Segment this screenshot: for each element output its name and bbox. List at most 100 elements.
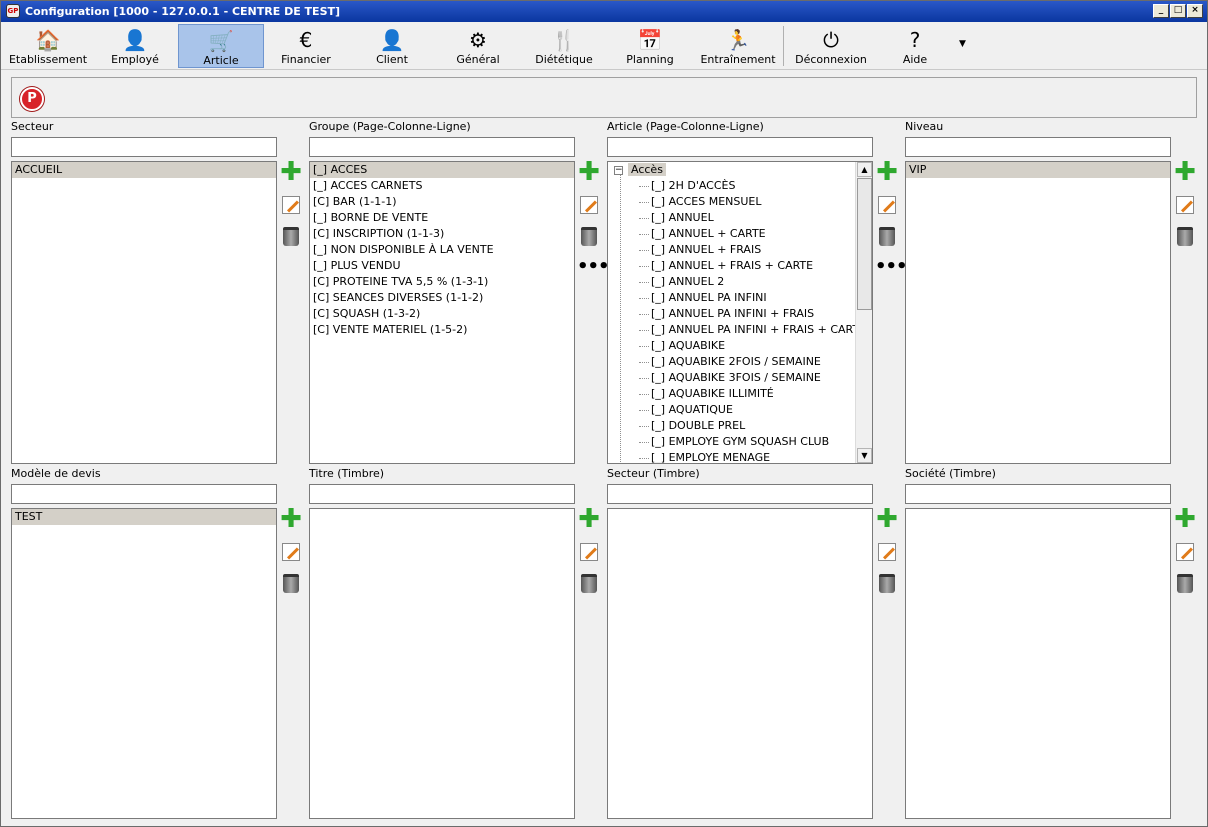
scroll-up-icon[interactable]: ▲ <box>857 162 872 177</box>
list-item[interactable]: [C] INSCRIPTION (1-1-3) <box>310 226 574 242</box>
toolbar-button-1[interactable]: 👤 Employé <box>92 24 178 68</box>
add-button-secteur[interactable]: ✚ <box>279 159 303 185</box>
panel-label-niveau: Niveau <box>905 120 944 133</box>
toolbar-button-8[interactable]: 🏃 Entraînement <box>693 24 783 68</box>
delete-button-groupe[interactable] <box>577 226 601 248</box>
list-item[interactable]: ACCUEIL <box>12 162 276 178</box>
list-titre[interactable] <box>309 508 575 819</box>
add-button-groupe[interactable]: ✚ <box>577 159 601 185</box>
add-button-titre[interactable]: ✚ <box>577 506 601 532</box>
toolbar-overflow-icon[interactable]: ▼ <box>959 39 966 49</box>
list-item[interactable]: [C] BAR (1-1-1) <box>310 194 574 210</box>
toolbar-button-0[interactable]: 🏠 Etablissement <box>5 24 91 68</box>
add-button-niveau[interactable]: ✚ <box>1173 159 1197 185</box>
delete-button-article[interactable] <box>875 226 899 248</box>
filter-input-groupe[interactable] <box>309 137 575 157</box>
list-item[interactable]: [C] VENTE MATERIEL (1-5-2) <box>310 322 574 338</box>
tree-item[interactable]: [_] ANNUEL PA INFINI + FRAIS + CARTE <box>608 322 872 338</box>
delete-button-titre[interactable] <box>577 573 601 595</box>
edit-button-modele[interactable] <box>279 541 303 563</box>
more-button-article[interactable]: ••• <box>875 258 908 280</box>
edit-icon <box>282 196 300 214</box>
tree-collapse-icon[interactable]: − <box>614 166 623 175</box>
tree-item[interactable]: [_] ANNUEL + FRAIS + CARTE <box>608 258 872 274</box>
tree-item[interactable]: [_] ANNUEL <box>608 210 872 226</box>
tree-item[interactable]: [_] EMPLOYE GYM SQUASH CLUB <box>608 434 872 450</box>
list-groupe[interactable]: [_] ACCES [_] ACCES CARNETS [C] BAR (1-1-1… <box>309 161 575 464</box>
tree-item[interactable]: [_] AQUABIKE 2FOIS / SEMAINE <box>608 354 872 370</box>
delete-button-societe[interactable] <box>1173 573 1197 595</box>
delete-button-secteur[interactable] <box>279 226 303 248</box>
edit-button-societe[interactable] <box>1173 541 1197 563</box>
list-secteur[interactable]: ACCUEIL <box>11 161 277 464</box>
filter-input-societe[interactable] <box>905 484 1171 504</box>
edit-button-article[interactable] <box>875 194 899 216</box>
tree-item[interactable]: [_] ANNUEL + CARTE <box>608 226 872 242</box>
filter-input-secteur_timbre[interactable] <box>607 484 873 504</box>
list-item[interactable]: [C] SQUASH (1-3-2) <box>310 306 574 322</box>
tree-item[interactable]: [_] AQUATIQUE <box>608 402 872 418</box>
delete-button-secteur_timbre[interactable] <box>875 573 899 595</box>
filter-input-titre[interactable] <box>309 484 575 504</box>
scroll-thumb[interactable] <box>857 178 872 310</box>
tree-item[interactable]: [_] AQUABIKE ILLIMITÉ <box>608 386 872 402</box>
tree-item[interactable]: [_] DOUBLE PREL <box>608 418 872 434</box>
add-button-societe[interactable]: ✚ <box>1173 506 1197 532</box>
add-button-modele[interactable]: ✚ <box>279 506 303 532</box>
delete-button-niveau[interactable] <box>1173 226 1197 248</box>
toolbar-button-5[interactable]: ⚙ Général <box>435 24 521 68</box>
edit-button-niveau[interactable] <box>1173 194 1197 216</box>
toolbar-button-7[interactable]: 📅 Planning <box>607 24 693 68</box>
tree-root-node[interactable]: − Accès <box>608 162 872 178</box>
p-round-button[interactable]: P <box>20 87 44 111</box>
list-item[interactable]: [_] PLUS VENDU <box>310 258 574 274</box>
tree-item[interactable]: [_] ANNUEL PA INFINI + FRAIS <box>608 306 872 322</box>
list-item[interactable]: TEST <box>12 509 276 525</box>
tree-item[interactable]: [_] ANNUEL PA INFINI <box>608 290 872 306</box>
list-item[interactable]: [_] ACCES CARNETS <box>310 178 574 194</box>
tree-item[interactable]: [_] EMPLOYE MENAGE <box>608 450 872 463</box>
toolbar-button-9[interactable]: ⏻ Déconnexion <box>788 24 874 68</box>
tree-item[interactable]: [_] ACCES MENSUEL <box>608 194 872 210</box>
toolbar-button-10[interactable]: ? Aide <box>875 24 955 68</box>
toolbar-button-2[interactable]: 🛒 Article <box>178 24 264 68</box>
tree-item[interactable]: [_] 2H D'ACCÈS <box>608 178 872 194</box>
list-secteur_timbre[interactable] <box>607 508 873 819</box>
filter-input-article[interactable] <box>607 137 873 157</box>
edit-button-groupe[interactable] <box>577 194 601 216</box>
list-item[interactable]: [_] ACCES <box>310 162 574 178</box>
trash-icon <box>879 574 895 593</box>
list-item[interactable]: VIP <box>906 162 1170 178</box>
toolbar-separator <box>783 26 784 66</box>
toolbar-button-3[interactable]: € Financier <box>263 24 349 68</box>
toolbar-button-4[interactable]: 👤 Client <box>349 24 435 68</box>
minimize-button[interactable]: _ <box>1153 4 1169 18</box>
filter-input-modele[interactable] <box>11 484 277 504</box>
list-item[interactable]: [_] BORNE DE VENTE <box>310 210 574 226</box>
edit-button-secteur[interactable] <box>279 194 303 216</box>
list-item[interactable]: [C] PROTEINE TVA 5,5 % (1-3-1) <box>310 274 574 290</box>
list-item[interactable]: [_] NON DISPONIBLE À LA VENTE <box>310 242 574 258</box>
close-button[interactable]: × <box>1187 4 1203 18</box>
edit-button-titre[interactable] <box>577 541 601 563</box>
list-niveau[interactable]: VIP <box>905 161 1171 464</box>
list-societe[interactable] <box>905 508 1171 819</box>
tree-item[interactable]: [_] AQUABIKE <box>608 338 872 354</box>
filter-input-secteur[interactable] <box>11 137 277 157</box>
vertical-scrollbar[interactable]: ▲ ▼ <box>855 162 872 463</box>
list-modele[interactable]: TEST <box>11 508 277 819</box>
scroll-down-icon[interactable]: ▼ <box>857 448 872 463</box>
toolbar-button-6[interactable]: 🍴 Diététique <box>521 24 607 68</box>
more-button-groupe[interactable]: ••• <box>577 258 610 280</box>
list-item[interactable]: [C] SEANCES DIVERSES (1-1-2) <box>310 290 574 306</box>
maximize-button[interactable]: □ <box>1170 4 1186 18</box>
delete-button-modele[interactable] <box>279 573 303 595</box>
tree-item[interactable]: [_] AQUABIKE 3FOIS / SEMAINE <box>608 370 872 386</box>
filter-input-niveau[interactable] <box>905 137 1171 157</box>
list-article[interactable]: − Accès [_] 2H D'ACCÈS [_] ACCES MENSUEL [_]… <box>607 161 873 464</box>
tree-item[interactable]: [_] ANNUEL 2 <box>608 274 872 290</box>
add-button-article[interactable]: ✚ <box>875 159 899 185</box>
add-button-secteur_timbre[interactable]: ✚ <box>875 506 899 532</box>
edit-button-secteur_timbre[interactable] <box>875 541 899 563</box>
tree-item[interactable]: [_] ANNUEL + FRAIS <box>608 242 872 258</box>
